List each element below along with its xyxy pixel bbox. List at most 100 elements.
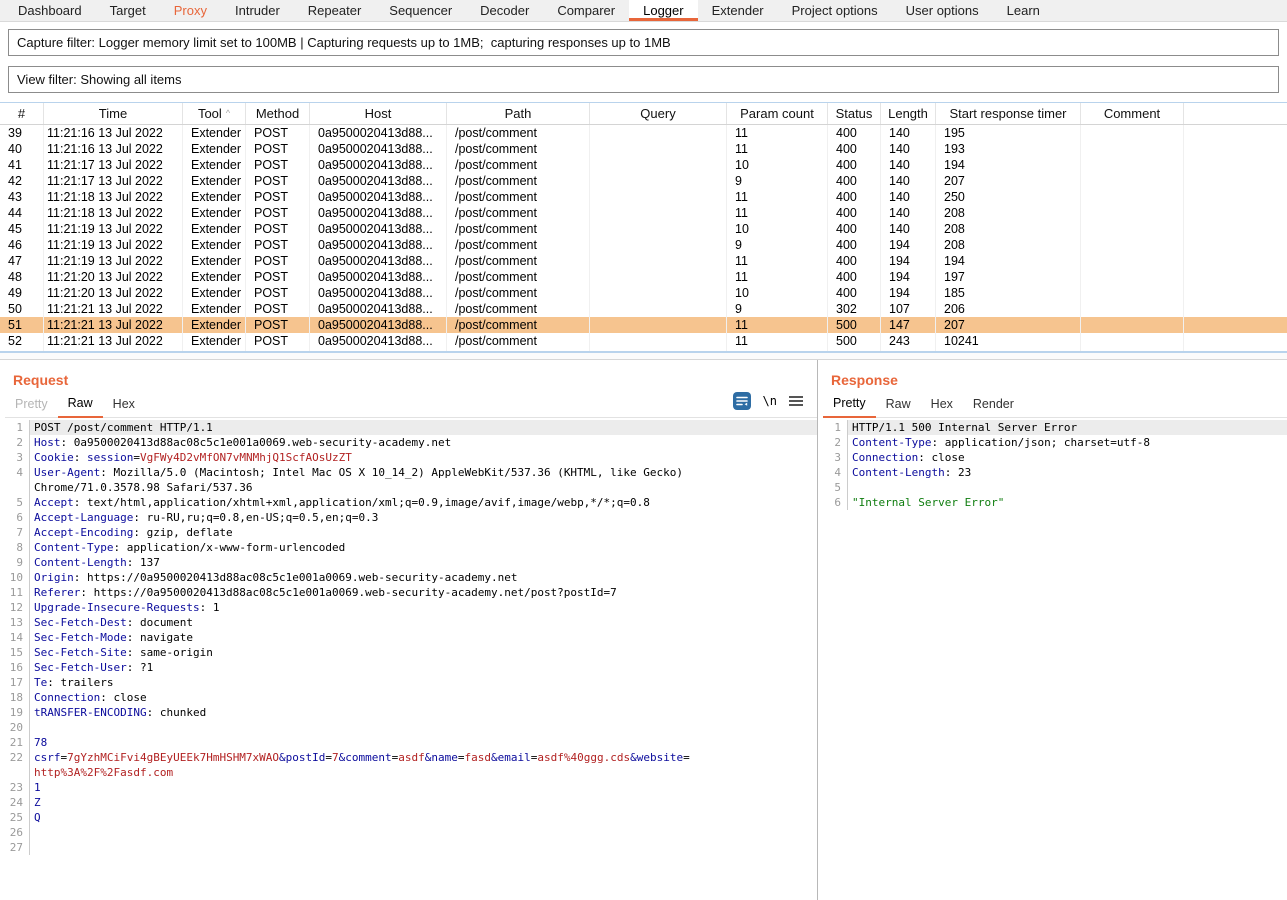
tab-comparer[interactable]: Comparer bbox=[543, 0, 629, 21]
cell-comment bbox=[1081, 237, 1184, 253]
tab-project-options[interactable]: Project options bbox=[778, 0, 892, 21]
pretty-print-icon[interactable] bbox=[733, 392, 751, 410]
capture-filter-bar[interactable]: Capture filter: Logger memory limit set … bbox=[8, 29, 1279, 56]
cell-comment bbox=[1081, 205, 1184, 221]
cell-path: /post/comment bbox=[447, 285, 590, 301]
cell-start-response-timer: 208 bbox=[936, 205, 1081, 221]
column-header-host[interactable]: Host bbox=[310, 103, 447, 124]
code-text bbox=[30, 840, 817, 855]
table-row[interactable]: 3911:21:16 13 Jul 2022ExtenderPOST0a9500… bbox=[0, 125, 1287, 141]
request-tab-hex[interactable]: Hex bbox=[103, 397, 145, 417]
code-token: Origin bbox=[34, 571, 74, 584]
tab-dashboard[interactable]: Dashboard bbox=[4, 0, 96, 21]
code-token: &name bbox=[425, 751, 458, 764]
column-header-start-response-timer[interactable]: Start response timer bbox=[936, 103, 1081, 124]
table-row[interactable]: 4311:21:18 13 Jul 2022ExtenderPOST0a9500… bbox=[0, 189, 1287, 205]
cell-length: 194 bbox=[881, 285, 936, 301]
table-row[interactable]: 4611:21:19 13 Jul 2022ExtenderPOST0a9500… bbox=[0, 237, 1287, 253]
column-header-query[interactable]: Query bbox=[590, 103, 727, 124]
cell-status: 400 bbox=[828, 221, 881, 237]
cell-host: 0a9500020413d88... bbox=[310, 301, 447, 317]
table-row[interactable]: 4011:21:16 13 Jul 2022ExtenderPOST0a9500… bbox=[0, 141, 1287, 157]
line-number bbox=[0, 765, 30, 780]
line-number: 1 bbox=[0, 420, 30, 435]
cell-time: 11:21:19 13 Jul 2022 bbox=[44, 221, 183, 237]
tab-sequencer[interactable]: Sequencer bbox=[375, 0, 466, 21]
response-tab-raw[interactable]: Raw bbox=[876, 397, 921, 417]
column-header-status[interactable]: Status bbox=[828, 103, 881, 124]
code-token: Content-Length bbox=[34, 556, 127, 569]
cell-tool: Extender bbox=[183, 205, 246, 221]
column-header-time[interactable]: Time bbox=[44, 103, 183, 124]
newline-toggle-icon[interactable]: \n bbox=[763, 394, 777, 408]
request-editor[interactable]: 1POST /post/comment HTTP/1.12Host: 0a950… bbox=[0, 420, 817, 880]
response-tab-pretty[interactable]: Pretty bbox=[823, 396, 876, 418]
cell-host: 0a9500020413d88... bbox=[310, 205, 447, 221]
request-tab-pretty[interactable]: Pretty bbox=[5, 397, 58, 417]
cell-query bbox=[590, 237, 727, 253]
tab-user-options[interactable]: User options bbox=[892, 0, 993, 21]
code-token: Sec-Fetch-Dest bbox=[34, 616, 127, 629]
code-line: 27 bbox=[0, 840, 817, 855]
tab-repeater[interactable]: Repeater bbox=[294, 0, 375, 21]
cell-host: 0a9500020413d88... bbox=[310, 253, 447, 269]
code-token: Content-Length bbox=[852, 466, 945, 479]
column-header-length[interactable]: Length bbox=[881, 103, 936, 124]
cell-tool: Extender bbox=[183, 269, 246, 285]
cell-method: POST bbox=[246, 253, 310, 269]
table-row[interactable]: 4711:21:19 13 Jul 2022ExtenderPOST0a9500… bbox=[0, 253, 1287, 269]
table-row[interactable]: 4911:21:20 13 Jul 2022ExtenderPOST0a9500… bbox=[0, 285, 1287, 301]
table-row[interactable]: 5211:21:21 13 Jul 2022ExtenderPOST0a9500… bbox=[0, 333, 1287, 349]
cell-time: 11:21:21 13 Jul 2022 bbox=[44, 317, 183, 333]
cell-status: 400 bbox=[828, 189, 881, 205]
response-tab-render[interactable]: Render bbox=[963, 397, 1024, 417]
response-editor[interactable]: 1HTTP/1.1 500 Internal Server Error2Cont… bbox=[818, 420, 1287, 880]
request-tab-raw[interactable]: Raw bbox=[58, 396, 103, 418]
cell-blank: 40 bbox=[0, 141, 44, 157]
tab-extender[interactable]: Extender bbox=[698, 0, 778, 21]
code-text: Host: 0a9500020413d88ac08c5c1e001a0069.w… bbox=[30, 435, 817, 450]
cell-comment bbox=[1081, 285, 1184, 301]
code-token: = bbox=[133, 451, 140, 464]
table-row[interactable]: 5011:21:21 13 Jul 2022ExtenderPOST0a9500… bbox=[0, 301, 1287, 317]
column-header-tool[interactable]: Tool^ bbox=[183, 103, 246, 124]
column-header-blank[interactable]: # bbox=[0, 103, 44, 124]
code-line: 18Connection: close bbox=[0, 690, 817, 705]
code-token: Content-Type bbox=[852, 436, 931, 449]
tab-decoder[interactable]: Decoder bbox=[466, 0, 543, 21]
code-text: Accept-Encoding: gzip, deflate bbox=[30, 525, 817, 540]
table-row[interactable]: 4411:21:18 13 Jul 2022ExtenderPOST0a9500… bbox=[0, 205, 1287, 221]
horizontal-splitter[interactable] bbox=[0, 352, 1287, 360]
code-token: &comment bbox=[339, 751, 392, 764]
code-line: 1HTTP/1.1 500 Internal Server Error bbox=[818, 420, 1287, 435]
table-row[interactable]: 4511:21:19 13 Jul 2022ExtenderPOST0a9500… bbox=[0, 221, 1287, 237]
table-row[interactable]: 5111:21:21 13 Jul 2022ExtenderPOST0a9500… bbox=[0, 317, 1287, 333]
tab-learn[interactable]: Learn bbox=[993, 0, 1054, 21]
cell-comment bbox=[1081, 125, 1184, 141]
code-text bbox=[848, 480, 1287, 495]
column-header-comment[interactable]: Comment bbox=[1081, 103, 1184, 124]
cell-length: 140 bbox=[881, 141, 936, 157]
table-row[interactable]: 4811:21:20 13 Jul 2022ExtenderPOST0a9500… bbox=[0, 269, 1287, 285]
response-tab-hex[interactable]: Hex bbox=[921, 397, 963, 417]
cell-query bbox=[590, 221, 727, 237]
table-row[interactable]: 4211:21:17 13 Jul 2022ExtenderPOST0a9500… bbox=[0, 173, 1287, 189]
logger-table[interactable]: #TimeTool^MethodHostPathQueryParam count… bbox=[0, 102, 1287, 352]
main-tab-bar: DashboardTargetProxyIntruderRepeaterSequ… bbox=[0, 0, 1287, 22]
view-filter-bar[interactable]: View filter: Showing all items bbox=[8, 66, 1279, 93]
code-text: Sec-Fetch-Site: same-origin bbox=[30, 645, 817, 660]
menu-icon[interactable] bbox=[789, 396, 803, 406]
cell-param-count: 11 bbox=[727, 141, 828, 157]
code-line: 3Cookie: session=VgFWy4D2vMfON7vMNMhjQ1S… bbox=[0, 450, 817, 465]
table-row[interactable]: 4111:21:17 13 Jul 2022ExtenderPOST0a9500… bbox=[0, 157, 1287, 173]
tab-target[interactable]: Target bbox=[96, 0, 160, 21]
cell-comment bbox=[1081, 157, 1184, 173]
column-header-param-count[interactable]: Param count bbox=[727, 103, 828, 124]
cell-host: 0a9500020413d88... bbox=[310, 141, 447, 157]
column-header-method[interactable]: Method bbox=[246, 103, 310, 124]
tab-logger[interactable]: Logger bbox=[629, 0, 697, 21]
tab-proxy[interactable]: Proxy bbox=[160, 0, 221, 21]
column-header-path[interactable]: Path bbox=[447, 103, 590, 124]
code-token: : 137 bbox=[127, 556, 160, 569]
tab-intruder[interactable]: Intruder bbox=[221, 0, 294, 21]
